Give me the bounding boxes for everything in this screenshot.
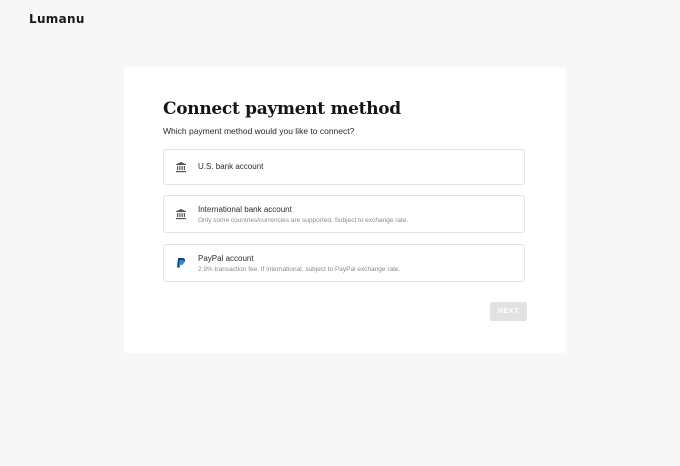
option-paypal-account[interactable]: PayPal account 2.9% transaction fee. If … <box>163 244 525 282</box>
page-subtitle: Which payment method would you like to c… <box>163 126 355 136</box>
bank-icon <box>176 162 186 173</box>
payment-method-card: Connect payment method Which payment met… <box>124 67 566 353</box>
option-description: Only some countries/currencies are suppo… <box>198 217 409 224</box>
option-label: U.S. bank account <box>198 162 264 171</box>
bank-icon <box>176 209 186 220</box>
option-us-bank-account[interactable]: U.S. bank account <box>163 149 525 185</box>
app-logo: Lumanu <box>29 12 85 26</box>
option-international-bank-account[interactable]: International bank account Only some cou… <box>163 195 525 233</box>
option-label: PayPal account <box>198 254 254 263</box>
option-text: U.S. bank account <box>198 162 263 171</box>
option-label: International bank account <box>198 205 292 214</box>
page-title: Connect payment method <box>163 99 401 119</box>
paypal-icon <box>177 258 185 268</box>
next-button[interactable]: NEXT <box>490 302 527 321</box>
option-description: 2.9% transaction fee. If international, … <box>198 266 401 273</box>
option-text: International bank account Only some cou… <box>198 205 408 224</box>
option-text: PayPal account 2.9% transaction fee. If … <box>198 254 400 273</box>
